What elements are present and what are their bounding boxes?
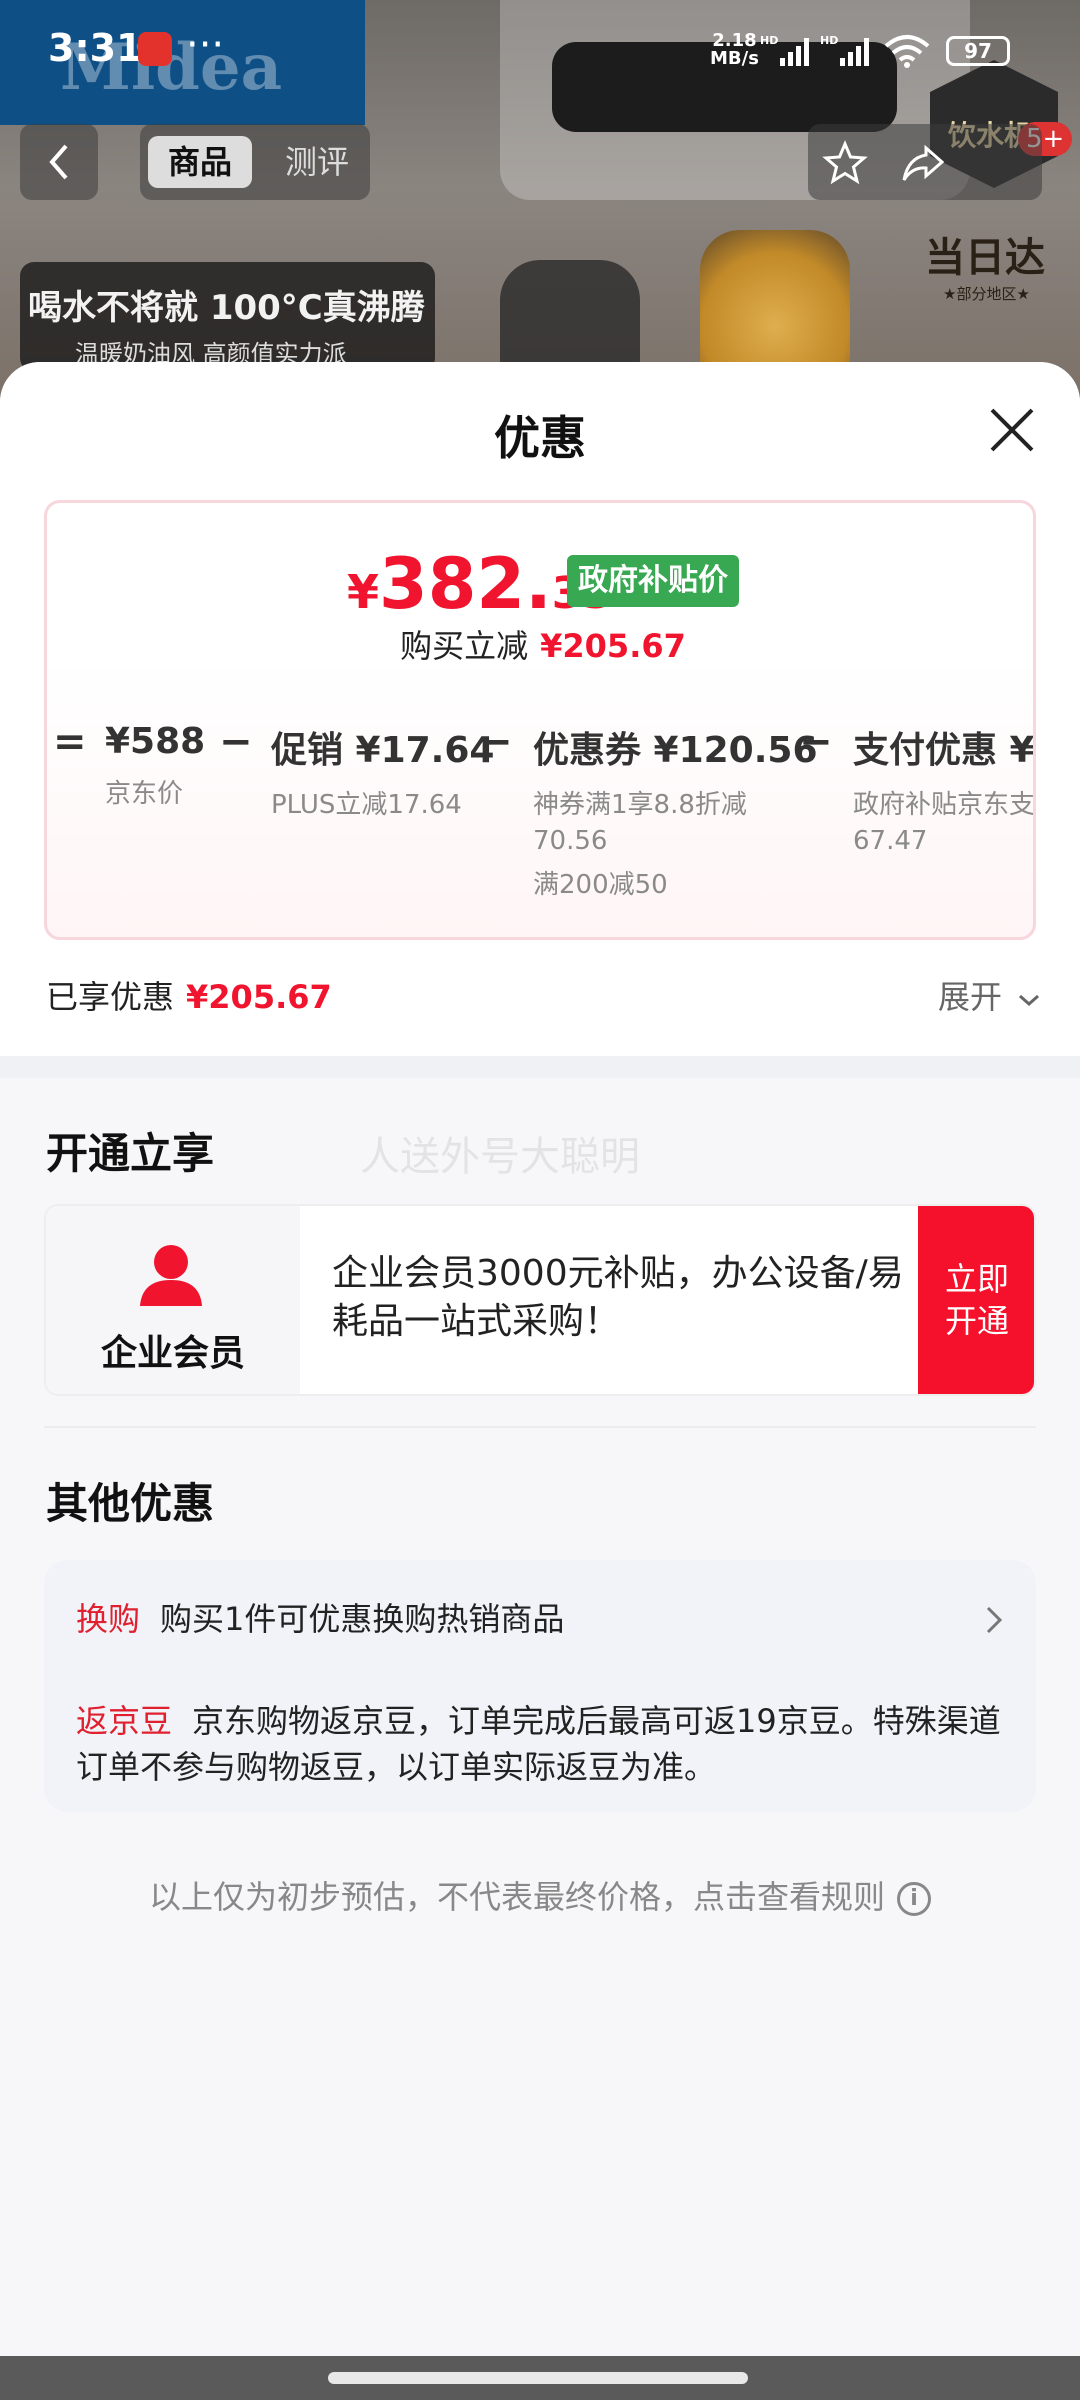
jd-beans-tag: 返京豆 xyxy=(76,1702,173,1740)
enjoyed-discount-value: ¥205.67 xyxy=(186,978,332,1016)
more-notifications-icon: ··· xyxy=(186,22,225,68)
page-tabs: 商品 测评 xyxy=(140,124,370,200)
expand-button[interactable]: 展开 xyxy=(938,972,1040,1018)
sheet-title: 优惠 xyxy=(494,411,586,465)
wifi-icon xyxy=(884,35,930,68)
top-actions xyxy=(808,124,1042,200)
chevron-down-icon xyxy=(1019,994,1040,1007)
other-section-title: 其他优惠 xyxy=(46,1479,215,1528)
same-day-delivery-note: ★部分地区★ xyxy=(943,285,1030,303)
calc-item-value: 促销 ¥17.64 xyxy=(271,730,495,771)
open-membership-label: 立即开通 xyxy=(944,1260,1009,1340)
calc-item-note: 67.47 xyxy=(853,826,928,856)
calc-item-promotion: 促销 ¥17.64 PLUS立减17.64 xyxy=(271,721,494,823)
price-calculation: = ¥588 京东价 − 促销 ¥17.64 PLUS立减17.64 − 优惠券… xyxy=(47,703,1036,937)
calc-item-note: 70.56 xyxy=(533,826,608,856)
status-time: 3:31 xyxy=(48,26,143,70)
notification-app-icon xyxy=(138,32,172,66)
status-bar: 3:31 ··· 2.18 MB/s HD HD 97 xyxy=(0,0,1080,100)
info-icon: i xyxy=(897,1882,931,1916)
calc-item-note: 满200减50 xyxy=(533,870,668,900)
final-price-currency: ¥ xyxy=(347,565,380,619)
signal-icon-2: HD xyxy=(820,34,869,66)
calc-operator: − xyxy=(799,719,833,765)
back-arrow-icon xyxy=(49,144,68,180)
open-membership-button[interactable]: 立即开通 xyxy=(918,1206,1034,1394)
same-day-delivery-title: 当日达 xyxy=(925,235,1045,281)
signal-icon-1: HD xyxy=(760,34,809,66)
discount-sheet: 优惠 ¥382.33 政府补贴价 购买立减¥205.67 = ¥588 京东价 … xyxy=(0,362,1080,2362)
enterprise-member-badge: 企业会员 xyxy=(46,1206,300,1394)
battery-icon: 97 xyxy=(946,36,1010,66)
tab-product[interactable]: 商品 xyxy=(148,136,252,188)
open-section-title: 开通立享 xyxy=(46,1129,215,1178)
calc-item-note: 神券满1享8.8折减 xyxy=(533,790,747,820)
rules-note[interactable]: 以上仅为初步预估，不代表最终价格，点击查看规则 i xyxy=(0,1872,1080,1918)
calc-item-value: 优惠券 ¥120.56 xyxy=(533,730,818,771)
close-icon[interactable] xyxy=(982,400,1042,460)
home-indicator[interactable] xyxy=(328,2372,748,2384)
final-price-integer: 382. xyxy=(379,543,552,625)
enjoyed-discount-label: 已享优惠 xyxy=(46,978,175,1016)
share-button[interactable] xyxy=(898,138,948,188)
network-speed-unit: MB/s xyxy=(710,48,759,69)
trade-in-text: 购买1件可优惠换购热销商品 xyxy=(160,1600,565,1638)
share-icon xyxy=(902,144,945,181)
network-speed: 2.18 MB/s xyxy=(710,32,759,68)
svg-text:HD: HD xyxy=(820,34,838,47)
watermark: 人送外号大聪明 xyxy=(360,1134,640,1180)
chevron-right-icon[interactable] xyxy=(980,1600,1010,1640)
product-headline-banner: 喝水不将就 100°C真沸腾 温暖奶油风 高颜值实力派 xyxy=(20,262,435,372)
other-discounts-card: 换购 购买1件可优惠换购热销商品 返京豆 京东购物返京豆，订单完成后最高可返19京豆… xyxy=(44,1560,1036,1812)
calc-item-coupon: 优惠券 ¥120.56 神券满1享8.8折减 70.56 满200减50 xyxy=(533,721,818,903)
calc-item-list-price: ¥588 京东价 xyxy=(105,721,205,812)
tab-review[interactable]: 测评 xyxy=(274,136,360,188)
price-breakdown-card: ¥382.33 政府补贴价 购买立减¥205.67 = ¥588 京东价 − 促… xyxy=(44,500,1036,940)
rules-note-text: 以上仅为初步预估，不代表最终价格，点击查看规则 xyxy=(148,1878,885,1916)
calc-item-note: PLUS立减17.64 xyxy=(271,790,462,820)
back-button[interactable] xyxy=(20,124,98,200)
calc-item-value: ¥588 xyxy=(105,721,206,762)
calc-item-note: 政府补贴京东支 xyxy=(853,790,1036,820)
star-icon xyxy=(822,140,868,185)
calc-item-payment: 支付优惠 ¥6 政府补贴京东支 67.47 xyxy=(853,721,1036,859)
favorite-button[interactable] xyxy=(820,138,870,188)
calc-operator: = xyxy=(53,719,87,765)
product-headline: 喝水不将就 100°C真沸腾 xyxy=(28,288,425,328)
trade-in-row[interactable]: 换购 购买1件可优惠换购热销商品 xyxy=(76,1596,956,1642)
member-avatar-icon xyxy=(140,1245,202,1306)
enterprise-member-name: 企业会员 xyxy=(100,1333,245,1374)
enterprise-member-card[interactable]: 企业会员 企业会员3000元补贴，办公设备/易耗品一站式采购！ 立即开通 xyxy=(44,1204,1036,1396)
calc-item-note: 京东价 xyxy=(105,779,184,809)
section-separator xyxy=(0,1056,1080,1078)
svg-text:HD: HD xyxy=(760,34,778,47)
divider xyxy=(44,1426,1036,1428)
gesture-bar xyxy=(0,2356,1080,2400)
instant-discount: 购买立减 ¥205.67 xyxy=(47,621,1033,667)
calc-item-value: 支付优惠 ¥6 xyxy=(853,730,1035,771)
gov-subsidy-tag: 政府补贴价 xyxy=(567,555,739,607)
trade-in-tag: 换购 xyxy=(76,1600,141,1638)
enterprise-member-description: 企业会员3000元补贴，办公设备/易耗品一站式采购！ xyxy=(332,1253,904,1342)
expand-label: 展开 xyxy=(938,978,1003,1016)
enjoyed-discount: 已享优惠 ¥205.67 xyxy=(46,972,332,1018)
same-day-delivery-flag: 当日达 ★部分地区★ xyxy=(925,225,1075,315)
calc-operator: − xyxy=(479,719,513,765)
jd-beans-row: 返京豆 京东购物返京豆，订单完成后最高可返19京豆。特殊渠道订单不参与购物返豆，以… xyxy=(76,1698,1016,1790)
instant-discount-label: 购买立减 xyxy=(400,627,529,665)
jd-beans-text: 京东购物返京豆，订单完成后最高可返19京豆。特殊渠道订单不参与购物返豆，以订单实… xyxy=(76,1702,1001,1786)
instant-discount-value: ¥205.67 xyxy=(540,627,686,665)
calc-operator: − xyxy=(219,719,253,765)
